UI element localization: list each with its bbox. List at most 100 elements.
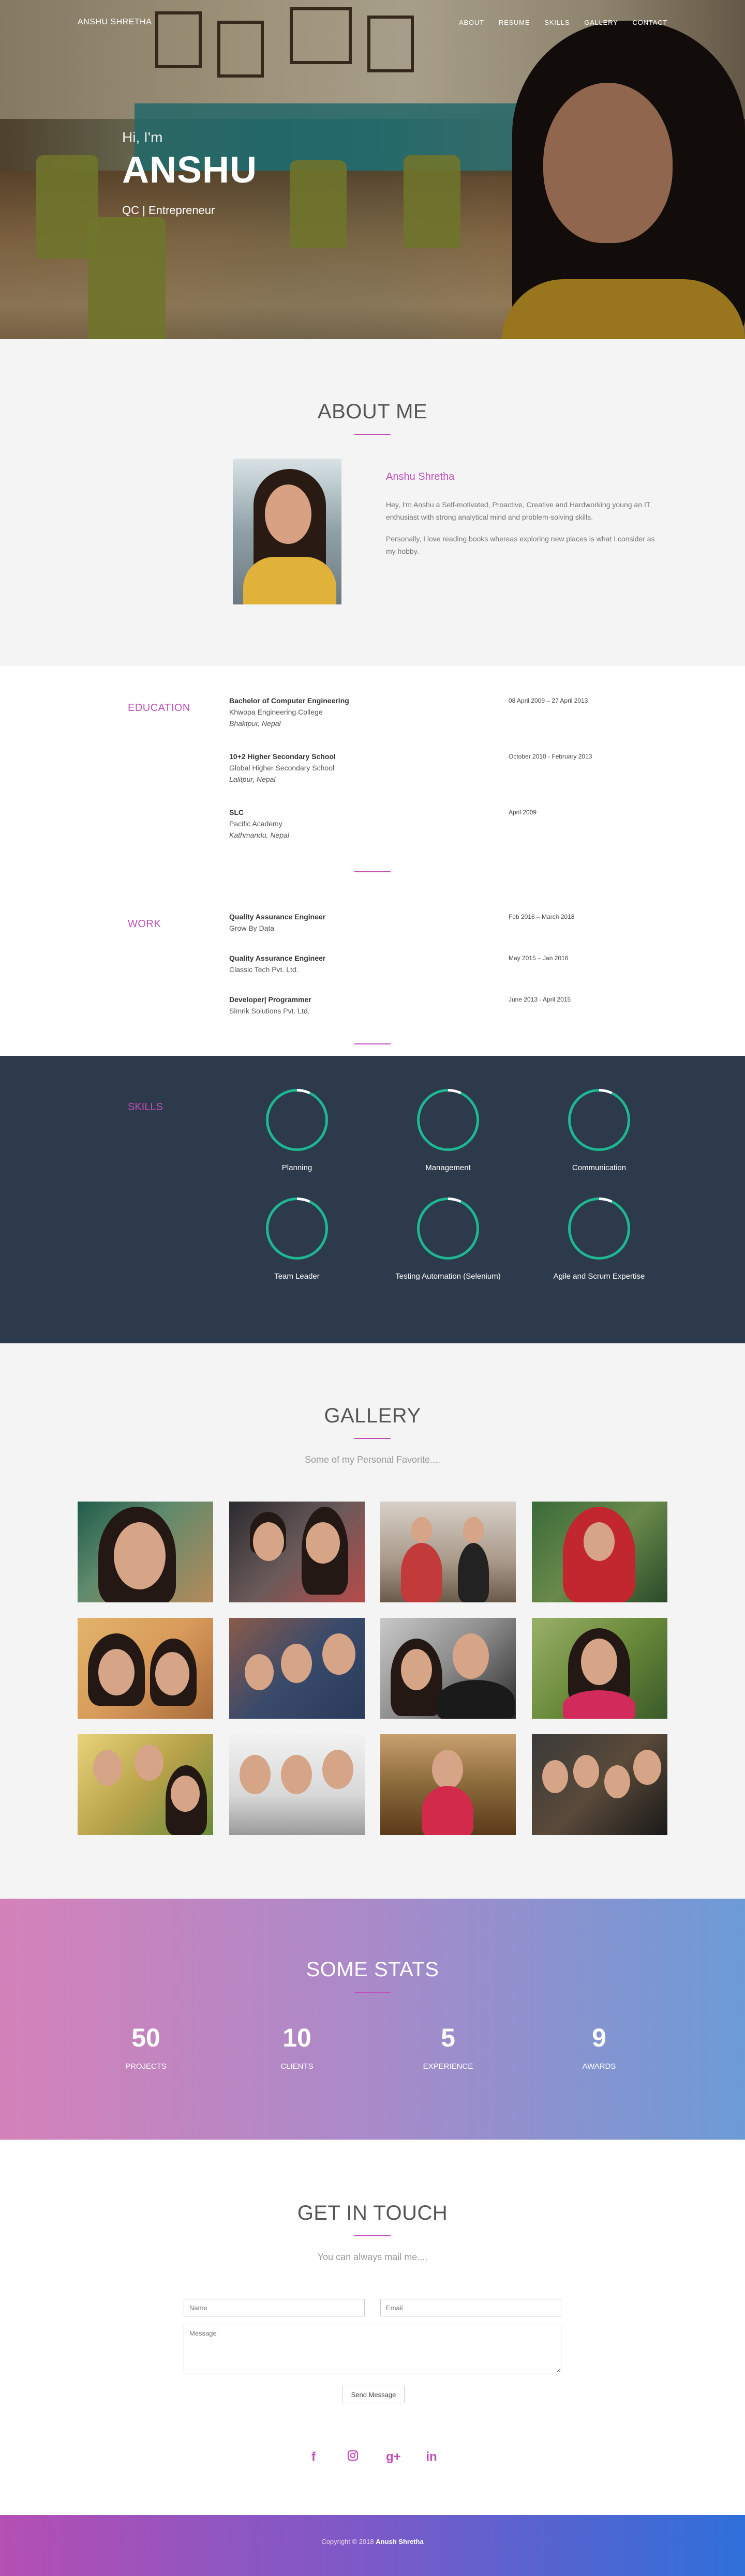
work-item: Developer| Programmer Simrik Solutions P… bbox=[229, 994, 633, 1017]
work-date: May 2015 – Jan 2016 bbox=[509, 954, 569, 962]
skill-ring bbox=[417, 1089, 479, 1151]
work-org: Grow By Data bbox=[229, 924, 275, 932]
education-place: Bhaktpur, Nepal bbox=[229, 719, 281, 728]
gallery-photo[interactable] bbox=[229, 1618, 365, 1719]
google-plus-icon[interactable]: g+ bbox=[386, 2450, 401, 2465]
footer: Copyright © 2018 Anush Shretha bbox=[0, 2515, 745, 2576]
stat-value: 50 bbox=[131, 2023, 160, 2052]
stat-value: 10 bbox=[282, 2023, 311, 2052]
gallery-photo[interactable] bbox=[229, 1734, 365, 1835]
hero-section: ANSHU SHRETHA ABOUT RESUME SKILLS GALLER… bbox=[0, 0, 745, 339]
skill-ring bbox=[568, 1198, 630, 1260]
education-place: Kathmandu, Nepal bbox=[229, 831, 289, 839]
send-message-button[interactable]: Send Message bbox=[342, 2386, 405, 2403]
work-date: June 2013 - April 2015 bbox=[509, 996, 571, 1003]
stat-label: EXPERIENCE bbox=[423, 2062, 473, 2071]
stat-item: 5 EXPERIENCE bbox=[386, 2023, 510, 2071]
skill-name: Testing Automation (Selenium) bbox=[395, 1272, 501, 1281]
stat-value: 5 bbox=[441, 2023, 455, 2052]
about-para-1: Hey, I'm Anshu a Self-motivated, Proacti… bbox=[386, 501, 651, 521]
about-photo bbox=[233, 459, 341, 604]
work-label: WORK bbox=[128, 918, 161, 930]
section-divider bbox=[354, 1043, 391, 1044]
title-underline bbox=[354, 434, 391, 435]
title-underline bbox=[354, 2235, 391, 2236]
title-underline bbox=[354, 1992, 391, 1993]
gallery-photo[interactable] bbox=[78, 1734, 213, 1835]
stats-title: SOME STATS bbox=[306, 1958, 439, 1981]
contact-section: GET IN TOUCH You can always mail me.... … bbox=[0, 2140, 745, 2515]
hero-text: Hi, I'm ANSHU QC | Entrepreneur bbox=[122, 129, 257, 217]
education-place: Lalitpur, Nepal bbox=[229, 775, 276, 783]
skill-name: Agile and Scrum Expertise bbox=[553, 1272, 645, 1281]
education-item: 10+2 Higher Secondary School Global High… bbox=[229, 751, 633, 785]
skill-ring bbox=[266, 1198, 328, 1260]
skills-section: SKILLS Planning Management Communication… bbox=[0, 1056, 745, 1343]
footer-copyright: Copyright © 2018 bbox=[321, 2538, 374, 2545]
about-title: ABOUT ME bbox=[317, 400, 428, 423]
brand-link[interactable]: ANSHU SHRETHA bbox=[78, 18, 152, 27]
gallery-photo[interactable] bbox=[531, 1502, 667, 1602]
gallery-photo[interactable] bbox=[380, 1502, 516, 1602]
nav-gallery[interactable]: GALLERY bbox=[584, 19, 618, 26]
education-item: Bachelor of Computer Engineering Khwopa … bbox=[229, 695, 633, 729]
gallery-photo[interactable] bbox=[229, 1502, 365, 1602]
gallery-photo[interactable] bbox=[78, 1502, 213, 1602]
about-name: Anshu Shretha bbox=[386, 471, 455, 482]
skill-name: Management bbox=[425, 1163, 471, 1172]
contact-title: GET IN TOUCH bbox=[297, 2202, 448, 2224]
education-org: Khwopa Engineering College bbox=[229, 708, 323, 716]
gallery-photo[interactable] bbox=[531, 1618, 667, 1719]
about-text: Anshu Shretha Hey, I'm Anshu a Self-moti… bbox=[386, 471, 660, 557]
education-org: Global Higher Secondary School bbox=[229, 764, 335, 772]
nav-resume[interactable]: RESUME bbox=[499, 19, 530, 26]
skill-name: Communication bbox=[572, 1163, 627, 1172]
nav-contact[interactable]: CONTACT bbox=[633, 19, 667, 26]
hero-role: QC | Entrepreneur bbox=[122, 204, 215, 217]
about-section: ABOUT ME Anshu Shretha Hey, I'm Anshu a … bbox=[0, 339, 745, 666]
gallery-photo[interactable] bbox=[380, 1618, 516, 1719]
stat-item: 9 AWARDS bbox=[537, 2023, 661, 2071]
gallery-title: GALLERY bbox=[324, 1404, 421, 1427]
title-underline bbox=[354, 1438, 391, 1439]
nav-skills[interactable]: SKILLS bbox=[544, 19, 570, 26]
contact-subtitle: You can always mail me.... bbox=[317, 2252, 428, 2262]
hero-greeting: Hi, I'm bbox=[122, 129, 163, 145]
skill-name: Planning bbox=[281, 1163, 312, 1172]
education-date: April 2009 bbox=[509, 809, 537, 816]
skill-item: Planning bbox=[235, 1089, 359, 1172]
section-divider bbox=[354, 871, 391, 872]
about-para-2: Personally, I love reading books whereas… bbox=[386, 535, 655, 555]
top-nav: ANSHU SHRETHA ABOUT RESUME SKILLS GALLER… bbox=[0, 0, 745, 47]
resume-section: EDUCATION Bachelor of Computer Engineeri… bbox=[0, 666, 745, 1056]
work-item: Quality Assurance Engineer Grow By Data … bbox=[229, 911, 633, 934]
skill-ring bbox=[266, 1089, 328, 1151]
skill-ring bbox=[568, 1089, 630, 1151]
social-links: f g+ in bbox=[0, 2450, 745, 2465]
gallery-photo[interactable] bbox=[531, 1734, 667, 1835]
gallery-photo[interactable] bbox=[380, 1734, 516, 1835]
skill-item: Management bbox=[386, 1089, 510, 1172]
work-item: Quality Assurance Engineer Classic Tech … bbox=[229, 952, 633, 975]
skill-ring bbox=[417, 1198, 479, 1260]
education-label: EDUCATION bbox=[128, 702, 190, 714]
footer-author: Anush Shretha bbox=[376, 2538, 424, 2545]
hero-name: ANSHU bbox=[122, 149, 258, 191]
gallery-photo[interactable] bbox=[78, 1618, 213, 1719]
skill-name: Team Leader bbox=[274, 1272, 320, 1281]
gallery-subtitle: Some of my Personal Favorite.... bbox=[304, 1454, 441, 1465]
stat-item: 10 CLIENTS bbox=[235, 2023, 359, 2071]
skill-item: Communication bbox=[537, 1089, 661, 1172]
email-field[interactable] bbox=[380, 2299, 561, 2316]
stat-label: AWARDS bbox=[582, 2062, 616, 2071]
stats-section: SOME STATS 50 PROJECTS 10 CLIENTS 5 EXPE… bbox=[0, 1899, 745, 2140]
name-field[interactable] bbox=[184, 2299, 365, 2316]
nav-about[interactable]: ABOUT bbox=[459, 19, 484, 26]
skill-item: Testing Automation (Selenium) bbox=[386, 1198, 510, 1281]
stat-label: CLIENTS bbox=[280, 2062, 314, 2071]
stat-value: 9 bbox=[592, 2023, 606, 2052]
message-field[interactable] bbox=[184, 2325, 561, 2373]
linkedin-icon[interactable]: in bbox=[425, 2450, 438, 2465]
facebook-icon[interactable]: f bbox=[307, 2450, 320, 2465]
instagram-icon[interactable] bbox=[347, 2450, 359, 2465]
